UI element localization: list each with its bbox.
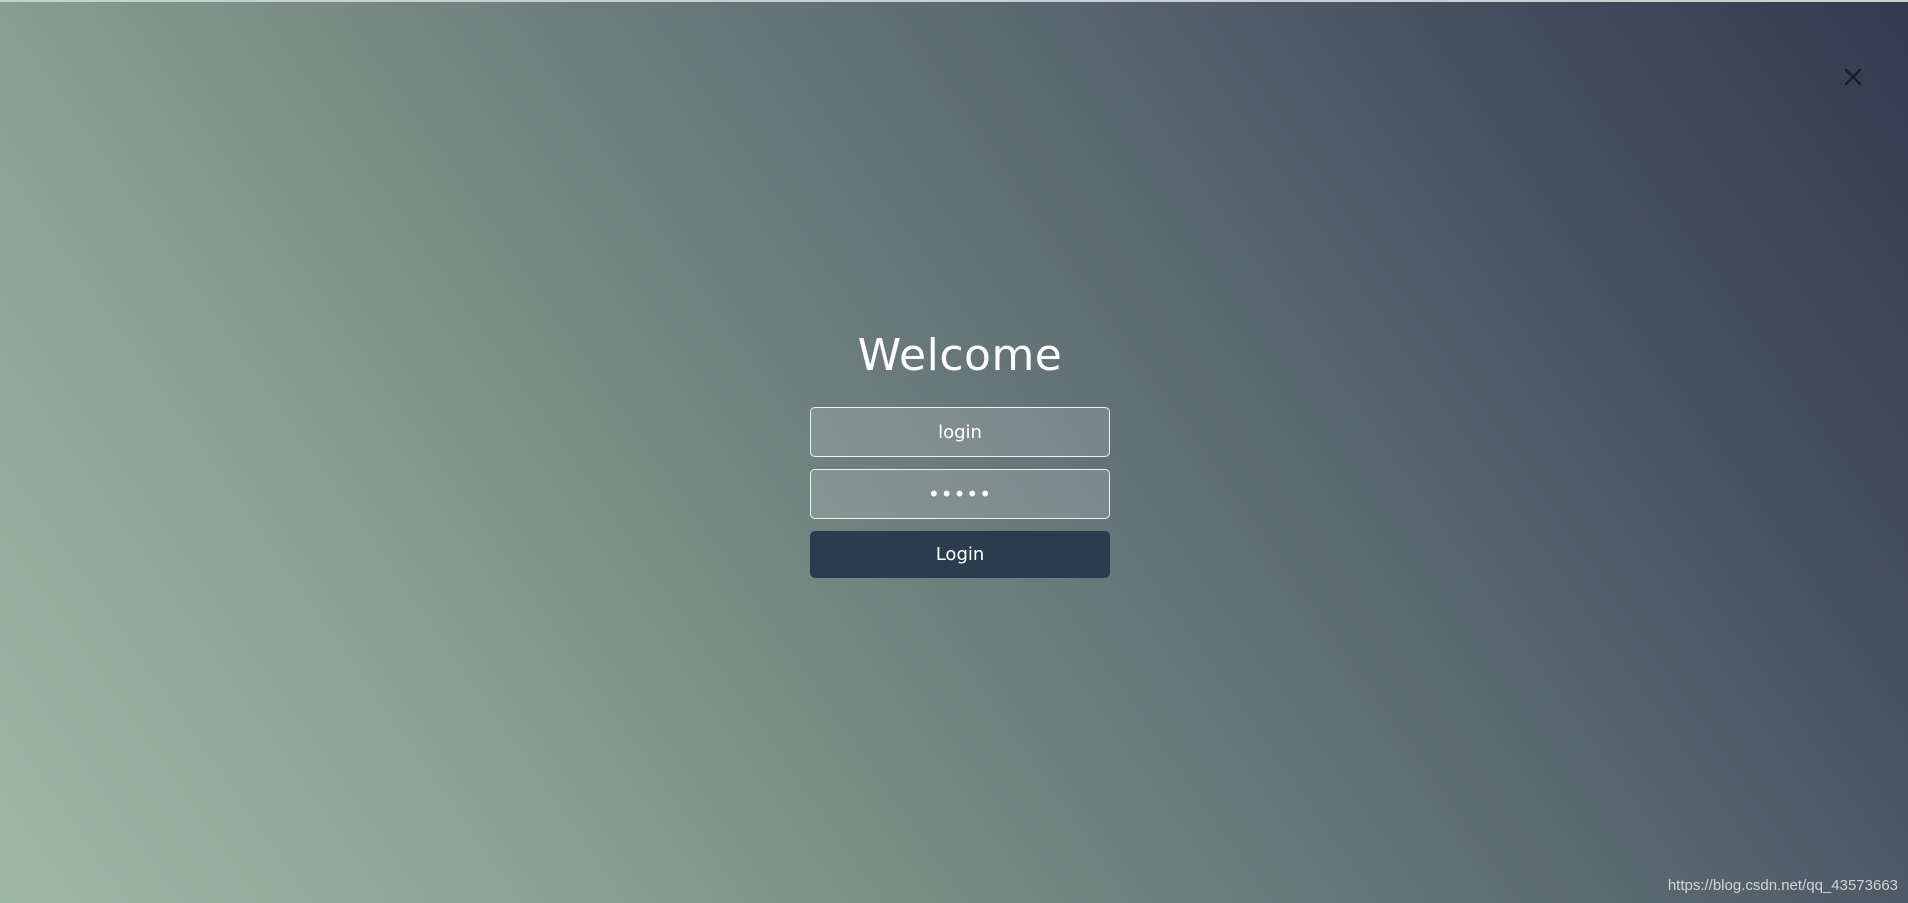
close-button[interactable] (1842, 66, 1864, 88)
login-button[interactable]: Login (810, 531, 1110, 578)
watermark-url: https://blog.csdn.net/qq_43573663 (1667, 877, 1898, 894)
close-icon (1844, 68, 1862, 86)
username-field[interactable] (810, 407, 1110, 457)
password-field[interactable] (810, 469, 1110, 519)
welcome-title: Welcome (857, 330, 1063, 381)
